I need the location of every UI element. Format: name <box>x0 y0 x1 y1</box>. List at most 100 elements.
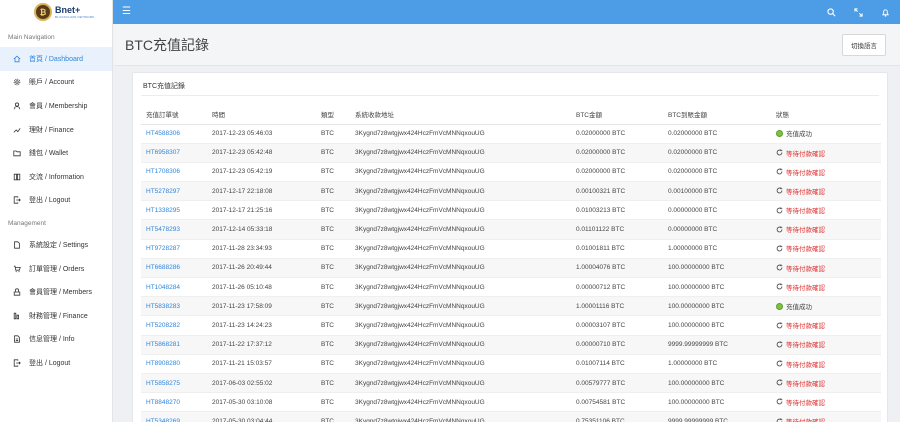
switch-language-button[interactable]: 切換語言 <box>842 33 886 56</box>
sidebar-item-finance[interactable]: 財務管理 / Finance <box>0 304 112 328</box>
refresh-icon <box>776 379 783 386</box>
page-header: BTC充值記錄 切換語言 <box>114 24 900 66</box>
cart-icon <box>12 264 21 273</box>
status-text: 等待付款確認 <box>786 284 825 292</box>
sidebar-item-label: 會員管理 / Members <box>29 289 93 297</box>
table-row: HT6958307 2017-12-23 05:42:48 BTC 3Kygnd7z8… <box>141 143 881 163</box>
time-cell: 2017-12-23 05:42:19 <box>207 162 316 183</box>
order-id-link[interactable]: HT8908280 <box>146 360 180 367</box>
info-icon <box>12 335 21 344</box>
sidebar-item-label: 賬戶 / Account <box>29 79 75 87</box>
order-id-cell: HT5858275 <box>141 373 207 394</box>
type-cell: BTC <box>316 335 350 355</box>
address-cell: 3Kygnd7z8wtgjwx424HczFmVcMNNqxouUG <box>350 335 571 355</box>
status-cell: 等待付款確認 <box>771 143 881 163</box>
status-text: 等待付款確認 <box>786 169 825 177</box>
order-id-cell: HT5838283 <box>141 296 207 317</box>
btc-amount-cell: 0.02000000 BTC <box>571 124 663 144</box>
type-cell: BTC <box>316 411 350 422</box>
order-id-link[interactable]: HT6958307 <box>146 149 180 156</box>
col-btc-amount[interactable]: BTC金額 <box>571 105 663 125</box>
sidebar-item-logout[interactable]: 登出 / Logout <box>0 189 112 213</box>
sidebar-item-membership[interactable]: 會員 / Membership <box>0 94 112 118</box>
type-cell: BTC <box>316 258 350 279</box>
order-id-link[interactable]: HT5348269 <box>146 418 180 422</box>
search-icon[interactable] <box>826 7 836 17</box>
sidebar-item-finance[interactable]: 理財 / Finance <box>0 118 112 142</box>
table-header-row: 充值訂單號 時間 類型 系統收款地址 BTC金額 BTC到賬金額 狀態 <box>141 105 881 125</box>
btc-received-cell: 100.00000000 BTC <box>663 296 771 317</box>
cog-icon <box>12 78 21 87</box>
order-id-link[interactable]: HT5278297 <box>146 188 180 195</box>
sidebar-item-settings[interactable]: 系統設定 / Settings <box>0 233 112 257</box>
table-row: HT5208282 2017-11-23 14:24:23 BTC 3Kygnd7z8… <box>141 315 881 336</box>
order-id-link[interactable]: HT9728287 <box>146 245 180 252</box>
members-icon <box>12 288 21 297</box>
refresh-icon <box>776 360 783 367</box>
order-id-cell: HT1708306 <box>141 162 207 183</box>
sidebar-item-orders[interactable]: 訂單管理 / Orders <box>0 257 112 281</box>
sidebar-item-label: 財務管理 / Finance <box>29 312 88 320</box>
order-id-link[interactable]: HT1338295 <box>146 207 180 214</box>
col-status[interactable]: 狀態 <box>771 105 881 125</box>
sidebar-item-label: 登出 / Logout <box>29 359 71 367</box>
order-id-cell: HT5868281 <box>141 335 207 355</box>
bell-icon[interactable] <box>880 7 890 17</box>
time-cell: 2017-11-23 14:24:23 <box>207 315 316 336</box>
order-id-link[interactable]: HT8848270 <box>146 399 180 406</box>
col-btc-received[interactable]: BTC到賬金額 <box>663 105 771 125</box>
col-order-id[interactable]: 充值訂單號 <box>141 105 207 125</box>
bnet-logo: ₿ <box>34 3 52 21</box>
col-address[interactable]: 系統收款地址 <box>350 105 571 125</box>
menu-toggle-icon[interactable]: ☰ <box>122 7 131 17</box>
logout-icon <box>12 196 21 205</box>
status-text: 等待付款確認 <box>786 246 825 254</box>
order-id-link[interactable]: HT5208282 <box>146 322 180 329</box>
top-bar: ₿ Bnet+ BLOCKCHAIN NETWORK ☰ <box>0 0 900 24</box>
order-id-link[interactable]: HT5858275 <box>146 380 180 387</box>
btc-amount-cell: 1.00004076 BTC <box>571 258 663 279</box>
refresh-icon <box>776 264 783 271</box>
finance-icon <box>12 311 21 320</box>
sidebar-item-dashboard[interactable]: 首頁 / Dashboard <box>0 47 112 71</box>
time-cell: 2017-11-26 05:10:48 <box>207 277 316 298</box>
type-cell: BTC <box>316 239 350 259</box>
refresh-icon <box>776 187 783 194</box>
order-id-link[interactable]: HT1708306 <box>146 168 180 175</box>
order-id-link[interactable]: HT1048284 <box>146 284 180 291</box>
order-id-link[interactable]: HT6688286 <box>146 264 180 271</box>
brand-name: Bnet+ <box>55 4 81 15</box>
brand[interactable]: ₿ Bnet+ BLOCKCHAIN NETWORK <box>0 0 113 24</box>
main-content: BTC充值記錄 切換語言 BTC充值記錄 充值訂單號 時間 類型 系統收款地址 … <box>114 24 900 422</box>
col-type[interactable]: 類型 <box>316 105 350 125</box>
card-divider <box>141 95 879 96</box>
table-row: HT5478293 2017-12-14 05:33:18 BTC 3Kygnd7z8… <box>141 219 881 240</box>
status-text: 充值成功 <box>786 304 812 312</box>
order-id-link[interactable]: HT5478293 <box>146 226 180 233</box>
expand-icon[interactable] <box>853 7 863 17</box>
order-id-link[interactable]: HT4588306 <box>146 130 180 137</box>
btc-received-cell: 1.00000000 BTC <box>663 354 771 374</box>
btc-received-cell: 100.00000000 BTC <box>663 392 771 413</box>
table-row: HT5278297 2017-12-17 22:18:08 BTC 3Kygnd7z8… <box>141 181 881 202</box>
status-text: 等待付款確認 <box>786 416 825 422</box>
order-id-cell: HT5278297 <box>141 181 207 202</box>
order-id-link[interactable]: HT5838283 <box>146 303 180 310</box>
status-badge: 充值成功 <box>776 301 812 311</box>
col-time[interactable]: 時間 <box>207 105 316 125</box>
sidebar-item-info[interactable]: 信息管理 / Info <box>0 328 112 352</box>
sidebar-item-logout[interactable]: 登出 / Logout <box>0 351 112 375</box>
status-badge: 等待付款確認 <box>776 282 825 292</box>
order-id-cell: HT6958307 <box>141 143 207 163</box>
sidebar-item-members[interactable]: 會員管理 / Members <box>0 280 112 304</box>
order-id-cell: HT4588306 <box>141 124 207 144</box>
sidebar-item-information[interactable]: 交流 / Information <box>0 165 112 189</box>
status-text: 充值成功 <box>786 131 812 139</box>
table-row: HT8848270 2017-05-30 03:10:08 BTC 3Kygnd7z8… <box>141 392 881 413</box>
type-cell: BTC <box>316 200 350 221</box>
sidebar-item-account[interactable]: 賬戶 / Account <box>0 71 112 95</box>
sidebar-item-wallet[interactable]: 錢包 / Wallet <box>0 141 112 165</box>
order-id-link[interactable]: HT5868281 <box>146 341 180 348</box>
time-cell: 2017-11-28 23:34:93 <box>207 239 316 259</box>
status-cell: 等待付款確認 <box>771 315 881 336</box>
